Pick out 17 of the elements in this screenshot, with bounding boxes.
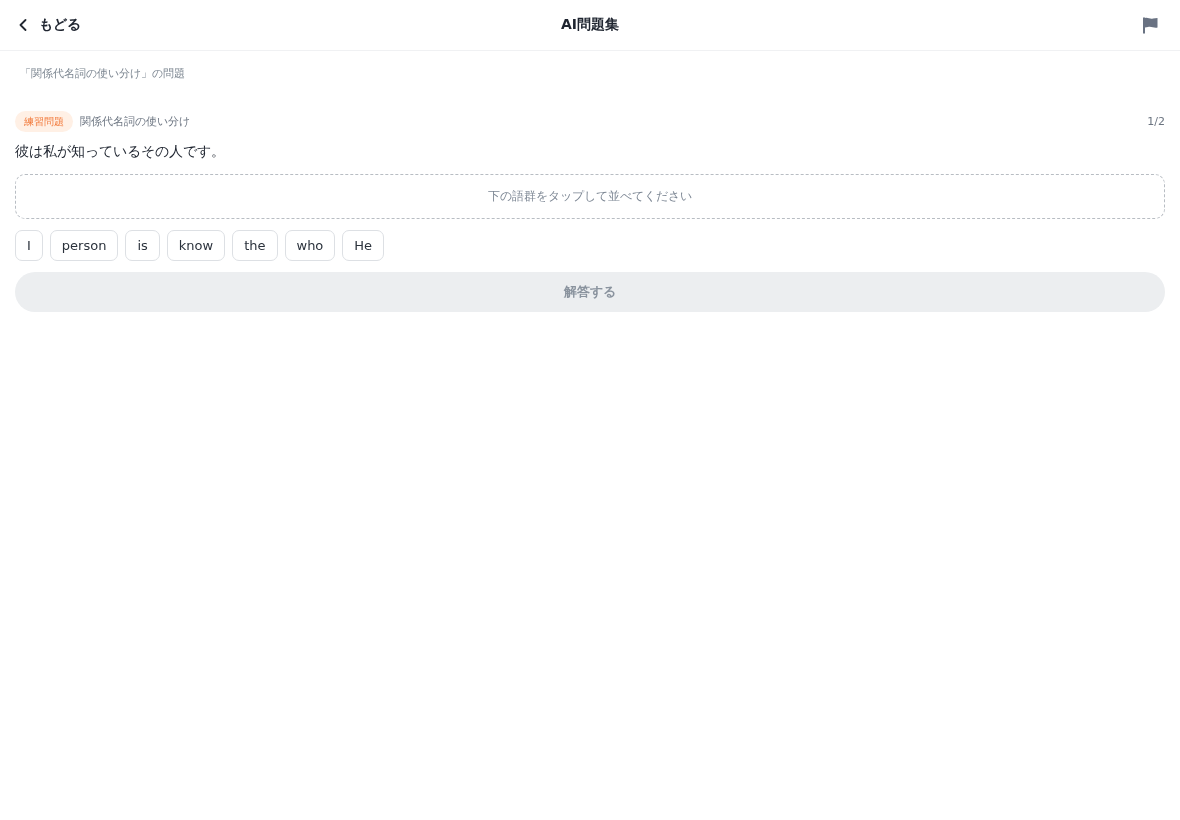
practice-badge: 練習問題 bbox=[15, 111, 73, 132]
question-prompt: 彼は私が知っているその人です。 bbox=[15, 142, 226, 161]
chevron-left-icon bbox=[19, 19, 27, 31]
topic-label: 関係代名詞の使い分け bbox=[80, 114, 190, 129]
page-title: AI問題集 bbox=[561, 16, 619, 34]
flag-icon[interactable] bbox=[1142, 16, 1158, 34]
progress-counter: 1/2 bbox=[1147, 115, 1165, 128]
word-chip[interactable]: He bbox=[342, 230, 385, 261]
word-chip[interactable]: the bbox=[232, 230, 278, 261]
section-subtitle: 「関係代名詞の使い分け」の問題 bbox=[19, 66, 186, 81]
word-chip[interactable]: I bbox=[15, 230, 43, 261]
back-button[interactable]: もどる bbox=[19, 16, 81, 34]
answer-drop-area[interactable]: 下の語群をタップして並べてください bbox=[15, 174, 1165, 219]
word-chip[interactable]: is bbox=[125, 230, 160, 261]
word-chip[interactable]: who bbox=[284, 230, 336, 261]
word-chip[interactable]: know bbox=[166, 230, 226, 261]
word-chip[interactable]: person bbox=[49, 230, 119, 261]
